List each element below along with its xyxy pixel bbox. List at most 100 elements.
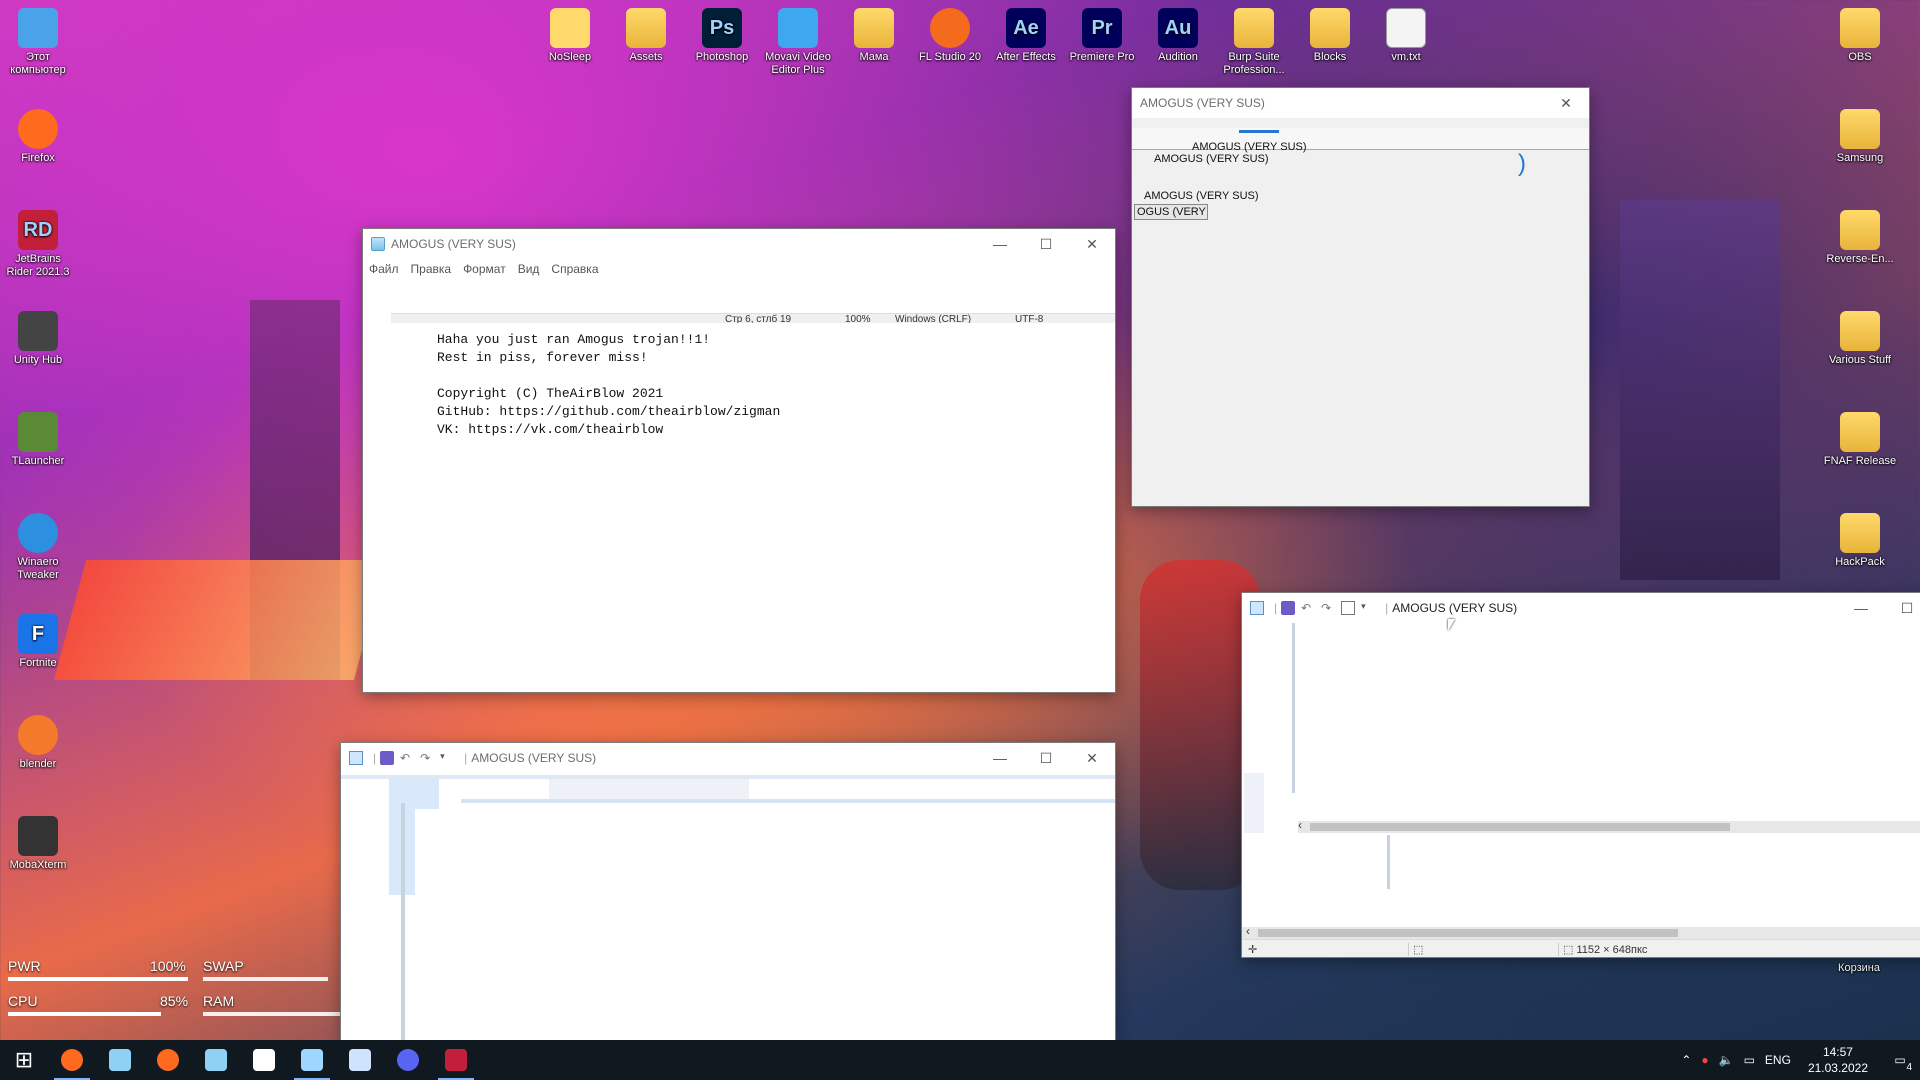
scrollbar-thumb[interactable] [1310,823,1730,831]
scroll-left-icon[interactable]: ‹ [1298,818,1302,832]
desktop-icon-various-stuff[interactable]: Various Stuff [1823,311,1897,367]
network-icon[interactable]: ▭ [1739,1053,1760,1067]
maximize-icon[interactable]: ☐ [1023,743,1069,773]
desktop-icon-fl-studio-20[interactable]: FL Studio 20 [913,8,987,64]
close-icon[interactable]: ✕ [1543,88,1589,118]
folder-icon [1234,8,1274,48]
clock-date: 21.03.2022 [1807,1061,1868,1075]
desktop-icon-obs[interactable]: OBS [1823,8,1897,64]
minimize-icon[interactable]: — [1838,593,1884,623]
language-indicator[interactable]: ENG [1760,1053,1796,1067]
paint-titlebar-right[interactable]: | ↶ ↷ ▾ | AMOGUS (VERY SUS) — ☐ [1242,593,1920,623]
desktop-icon-after-effects[interactable]: Ae After Effects [989,8,1063,64]
paint-titlebar-bottom[interactable]: | ↶ ↷ ▾ | AMOGUS (VERY SUS) — ☐ ✕ [341,743,1115,773]
explorer-taskbar[interactable] [336,1040,384,1080]
flstudio-icon [930,8,970,48]
new-file-icon[interactable] [1341,601,1356,615]
start-button[interactable]: ⊞ [0,1040,48,1080]
desktop-icon-label: vm.txt [1391,51,1421,63]
notepad-taskbar-1[interactable] [96,1040,144,1080]
save-icon[interactable] [1281,601,1296,615]
notepad-titlebar[interactable]: AMOGUS (VERY SUS) — ☐ ✕ [363,229,1115,259]
desktop-icon-burp-suite-profession-[interactable]: Burp Suite Profession... [1217,8,1291,77]
firefox-taskbar-2[interactable] [144,1040,192,1080]
redo-icon[interactable]: ↷ [420,751,434,765]
redo-icon[interactable]: ↷ [1321,601,1335,615]
volume-icon[interactable]: 🔈 [1714,1053,1739,1067]
rider-taskbar[interactable] [432,1040,480,1080]
status-eol: Windows (CRLF) [895,314,972,323]
desktop-icon-fortnite[interactable]: F Fortnite [1,614,75,670]
notepad-editor[interactable]: Стр 6, стлб 19 100% Windows (CRLF) UTF-8… [363,279,1115,692]
desktop-icon-premiere-pro[interactable]: Pr Premiere Pro [1065,8,1139,64]
menu-item[interactable]: Правка [411,262,460,276]
undo-icon[interactable]: ↶ [1301,601,1315,615]
desktop-icon-jetbrains-rider-2021-3[interactable]: RD JetBrains Rider 2021.3 [1,210,75,279]
desktop-icon-unity-hub[interactable]: Unity Hub [1,311,75,367]
unity-icon [18,311,58,351]
rider-icon [445,1049,467,1071]
chevron-down-icon[interactable]: ▾ [440,751,454,765]
scrollbar-thumb[interactable] [1258,929,1678,937]
desktop-icon-fnaf-release[interactable]: FNAF Release [1823,412,1897,468]
desktop-icon-winaero-tweaker[interactable]: Winaero Tweaker [1,513,75,582]
desktop-icon-firefox[interactable]: Firefox [1,109,75,165]
menu-item[interactable]: Формат [463,262,514,276]
menu-item[interactable]: Файл [369,262,407,276]
horizontal-scrollbar-2[interactable]: ‹ [1242,924,1920,939]
desktop-icon-vm-txt[interactable]: vm.txt [1369,8,1443,64]
desktop-icon-mobaxterm[interactable]: MobaXterm [1,816,75,872]
close-icon[interactable]: ✕ [1069,229,1115,259]
menu-item[interactable]: Вид [518,262,548,276]
winaero-icon [18,513,58,553]
dialog-titlebar[interactable]: AMOGUS (VERY SUS) ✕ [1132,88,1589,118]
notepad-title: AMOGUS (VERY SUS) [391,237,516,251]
clock[interactable]: 14:57 21.03.2022 [1796,1044,1880,1076]
mobaxterm-icon [18,816,58,856]
paint-taskbar[interactable] [288,1040,336,1080]
maximize-icon[interactable]: ☐ [1884,593,1920,623]
glitch-button[interactable]: OGUS (VERY SI [1134,204,1208,220]
desktop-icon-blocks[interactable]: Blocks [1293,8,1367,64]
desktop-icon-samsung[interactable]: Samsung [1823,109,1897,165]
maximize-icon[interactable]: ☐ [1023,229,1069,259]
paint-title-bottom: AMOGUS (VERY SUS) [471,751,597,765]
desktop-icon-movavi-video-editor-plus[interactable]: Movavi Video Editor Plus [761,8,835,77]
desktop-icon-label: FNAF Release [1823,455,1897,467]
chevron-up-icon[interactable]: ⌃ [1676,1053,1696,1067]
desktop-icon-assets[interactable]: Assets [609,8,683,64]
save-icon[interactable] [380,751,395,765]
desktop-icon-label: Reverse-En... [1826,253,1894,265]
notepad-taskbar-2[interactable] [192,1040,240,1080]
discord-taskbar[interactable] [384,1040,432,1080]
close-icon[interactable]: ✕ [1069,743,1115,773]
desktop-icon-photoshop[interactable]: Ps Photoshop [685,8,759,64]
minimize-icon[interactable]: — [977,743,1023,773]
desktop-icon-этот-компьютер[interactable]: Этот компьютер [1,8,75,77]
desktop-icon-hackpack[interactable]: HackPack [1823,513,1897,569]
paint-icon [301,1049,323,1071]
notifications-icon[interactable]: ▭ 4 [1880,1053,1920,1073]
firefox-taskbar[interactable] [48,1040,96,1080]
undo-icon[interactable]: ↶ [400,751,414,765]
menu-item[interactable]: Справка [551,262,606,276]
desktop-icon-reverse-en-[interactable]: Reverse-En... [1823,210,1897,266]
fortnite-icon: F [18,614,58,654]
chrome-tray-icon[interactable]: ● [1696,1053,1713,1067]
movavi-icon [778,8,818,48]
desktop-icon-blender[interactable]: blender [1,715,75,771]
desktop-icon-tlauncher[interactable]: TLauncher [1,412,75,468]
minimize-icon[interactable]: — [977,229,1023,259]
taskbar-apps: ⊞ [0,1040,480,1080]
scroll-left-icon[interactable]: ‹ [1246,924,1250,938]
desktop-icon-nosleep[interactable]: NoSleep [533,8,607,64]
paint-icon [1250,601,1264,615]
chevron-down-icon[interactable]: ▾ [1361,601,1375,615]
terminal-taskbar[interactable] [240,1040,288,1080]
dialog-title: AMOGUS (VERY SUS) [1140,96,1265,110]
horizontal-scrollbar[interactable]: ‹ [1298,818,1920,833]
desktop-icon-мама[interactable]: Мама [837,8,911,64]
desktop-icon-audition[interactable]: Au Audition [1141,8,1215,64]
recycle-bin[interactable]: Корзина [1822,962,1896,975]
canvas-glitch [401,803,405,1041]
